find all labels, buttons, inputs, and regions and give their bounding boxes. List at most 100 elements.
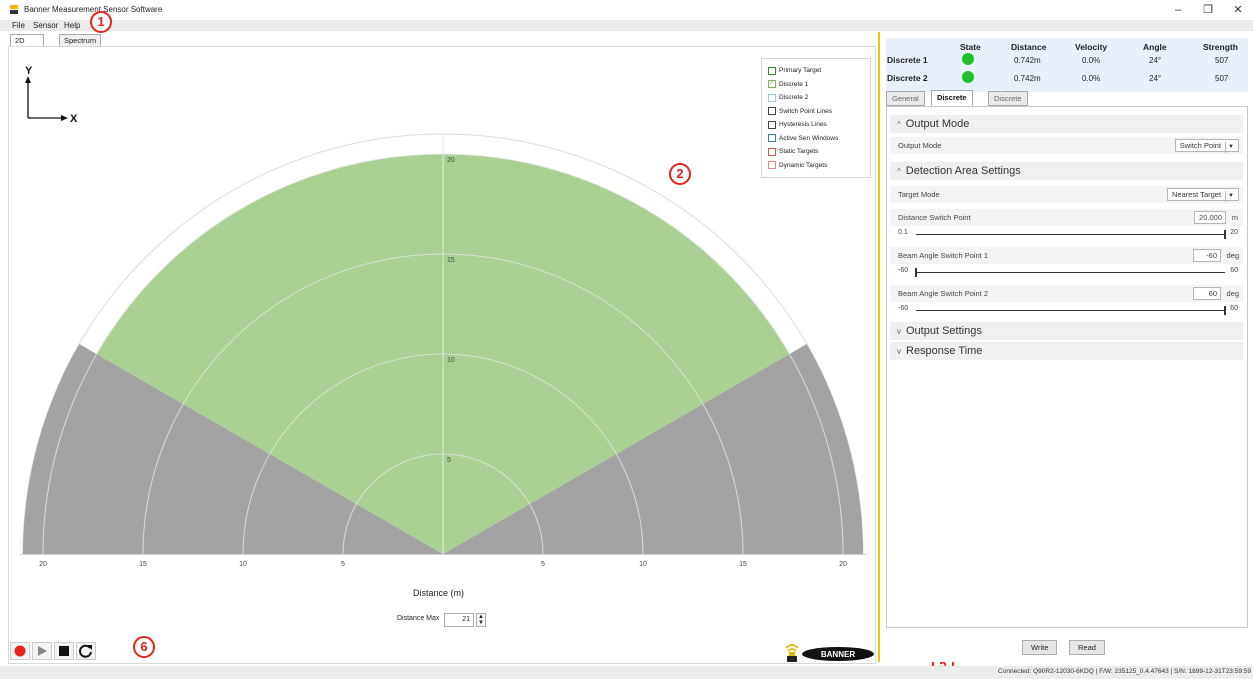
y-axis-glyph: Y bbox=[25, 65, 33, 77]
beam-angle-2-row: Beam Angle Switch Point 2 60 deg bbox=[890, 285, 1243, 302]
target-mode-row: Target Mode Nearest Target ▼ bbox=[890, 186, 1243, 203]
beam-angle-1-input[interactable]: -60 bbox=[1193, 249, 1221, 262]
beam-angle-1-row: Beam Angle Switch Point 1 -60 deg bbox=[890, 247, 1243, 264]
tab-discrete-2[interactable]: Discrete 2 bbox=[988, 91, 1028, 116]
output-mode-select[interactable]: Switch Point ▼ bbox=[1174, 139, 1239, 153]
ring-label: 5 bbox=[447, 457, 451, 464]
callout-2: 2 bbox=[669, 163, 691, 185]
tab-discrete-1[interactable]: Discrete 1 bbox=[931, 90, 973, 115]
menu-bar: File Sensor Help bbox=[0, 20, 1253, 31]
callout-6: 6 bbox=[133, 636, 155, 658]
beam-angle-1-slider-thumb[interactable] bbox=[915, 268, 917, 277]
target-mode-select[interactable]: Nearest Target ▼ bbox=[1166, 188, 1239, 202]
beam-angle-2-slider-row: -60 60 bbox=[890, 303, 1243, 317]
x-tick-label: 5 bbox=[341, 561, 345, 568]
chevron-down-icon: ▼ bbox=[1225, 142, 1234, 153]
radar-plot[interactable]: 5 10 15 20 20 15 10 5 5 10 15 20 bbox=[20, 130, 866, 570]
x-tick-label: 20 bbox=[839, 561, 847, 568]
menu-help[interactable]: Help bbox=[64, 21, 80, 30]
legend-checkbox[interactable] bbox=[768, 93, 776, 102]
legend-item[interactable]: Primary Target bbox=[768, 65, 821, 76]
row-2-angle: 24° bbox=[1149, 74, 1162, 83]
banner-logo: BANNER bbox=[821, 650, 855, 659]
wireless-sensor-icon: BANNER bbox=[785, 644, 874, 662]
distance-slider-thumb[interactable] bbox=[1224, 230, 1226, 239]
legend-item[interactable]: ✓ Discrete 1 bbox=[768, 79, 808, 90]
legend-checkbox[interactable]: ✓ bbox=[768, 80, 776, 88]
distance-switch-point-row: Distance Switch Point 20.000 m bbox=[890, 209, 1243, 226]
response-time-section-header[interactable]: v Response Time bbox=[890, 342, 1243, 360]
playback-controls bbox=[10, 640, 122, 660]
output-mode-value: Switch Point bbox=[1179, 141, 1222, 150]
distance-max-stepper[interactable]: ▲ ▼ bbox=[476, 613, 486, 627]
distance-axis-label: Distance (m) bbox=[413, 588, 465, 598]
stop-button[interactable] bbox=[54, 642, 74, 660]
distance-switch-point-input[interactable]: 20.000 bbox=[1194, 211, 1226, 224]
close-button[interactable]: ✕ bbox=[1223, 2, 1253, 18]
distance-slider-track[interactable] bbox=[916, 234, 1225, 235]
status-table: State Distance Velocity Angle Strength D… bbox=[886, 38, 1248, 92]
tab-general[interactable]: General bbox=[886, 91, 925, 106]
row-2-velocity: 0.0% bbox=[1082, 74, 1101, 83]
play-button[interactable] bbox=[32, 642, 52, 660]
title-bar: Banner Measurement Sensor Software – ❐ ✕ bbox=[0, 0, 1253, 20]
x-axis-glyph: X bbox=[70, 113, 78, 124]
beam-angle-1-label: Beam Angle Switch Point 1 bbox=[898, 251, 989, 260]
legend-label: Discrete 2 bbox=[779, 94, 809, 101]
output-mode-section-header[interactable]: ^ Output Mode bbox=[890, 115, 1243, 133]
chevron-down-icon: v bbox=[897, 327, 901, 336]
beam-angle-2-input[interactable]: 60 bbox=[1193, 287, 1221, 300]
response-time-header-label: Response Time bbox=[906, 345, 983, 357]
record-icon bbox=[14, 645, 26, 657]
target-mode-label: Target Mode bbox=[898, 190, 940, 199]
distance-max-input[interactable]: 21 bbox=[444, 613, 474, 627]
row-1-name: Discrete 1 bbox=[887, 55, 928, 65]
beam-angle-2-slider-min: -60 bbox=[898, 305, 909, 312]
menu-file[interactable]: File bbox=[12, 21, 25, 30]
minimize-button[interactable]: – bbox=[1163, 2, 1193, 18]
refresh-button[interactable] bbox=[76, 642, 96, 660]
distance-slider-max: 20 bbox=[1230, 229, 1238, 236]
refresh-icon bbox=[79, 644, 92, 658]
legend-checkbox[interactable] bbox=[768, 120, 776, 129]
row-1-strength: 507 bbox=[1215, 56, 1229, 65]
beam-angle-2-unit: deg bbox=[1226, 289, 1239, 298]
output-settings-section-header[interactable]: v Output Settings bbox=[890, 322, 1243, 340]
legend-checkbox[interactable] bbox=[768, 66, 776, 75]
row-1-velocity: 0.0% bbox=[1082, 56, 1101, 65]
maximize-button[interactable]: ❐ bbox=[1193, 2, 1223, 18]
row-1-angle: 24° bbox=[1149, 56, 1162, 65]
beam-angle-1-slider-min: -60 bbox=[898, 267, 909, 274]
x-tick-label: 10 bbox=[239, 561, 247, 568]
header-state: State bbox=[960, 42, 981, 52]
detection-area-section-header[interactable]: ^ Detection Area Settings bbox=[890, 162, 1243, 180]
distance-slider-min: 0.1 bbox=[898, 229, 908, 236]
legend-item[interactable]: Hysteresis Lines bbox=[768, 119, 827, 130]
beam-angle-2-slider-thumb[interactable] bbox=[1224, 306, 1226, 315]
menu-sensor[interactable]: Sensor bbox=[33, 21, 58, 30]
legend-item[interactable]: Switch Point Lines bbox=[768, 106, 832, 117]
x-tick-label: 15 bbox=[739, 561, 747, 568]
output-mode-header-label: Output Mode bbox=[905, 118, 970, 130]
beam-angle-1-slider-track[interactable] bbox=[916, 272, 1225, 273]
legend-label: Hysteresis Lines bbox=[779, 121, 827, 128]
write-button[interactable]: Write bbox=[1022, 640, 1058, 655]
legend-checkbox[interactable] bbox=[768, 107, 776, 115]
distance-switch-point-label: Distance Switch Point bbox=[898, 213, 971, 222]
output-settings-header-label: Output Settings bbox=[906, 325, 982, 337]
header-velocity: Velocity bbox=[1075, 42, 1108, 52]
output-mode-label: Output Mode bbox=[898, 141, 942, 150]
record-button[interactable] bbox=[10, 642, 30, 660]
distance-max-label: Distance Max bbox=[397, 615, 440, 622]
legend-label: Discrete 1 bbox=[779, 80, 809, 88]
brand-area: BANNER bbox=[780, 640, 876, 664]
beam-angle-1-unit: deg bbox=[1226, 251, 1239, 260]
play-icon bbox=[38, 646, 47, 656]
distance-unit: m bbox=[1231, 213, 1238, 222]
legend-item[interactable]: Discrete 2 bbox=[768, 92, 808, 103]
beam-angle-2-slider-track[interactable] bbox=[916, 310, 1225, 311]
row-2-state-led bbox=[962, 71, 974, 83]
beam-angle-1-slider-row: -60 60 bbox=[890, 265, 1243, 279]
header-distance: Distance bbox=[1011, 42, 1047, 52]
read-button[interactable]: Read bbox=[1069, 640, 1105, 655]
